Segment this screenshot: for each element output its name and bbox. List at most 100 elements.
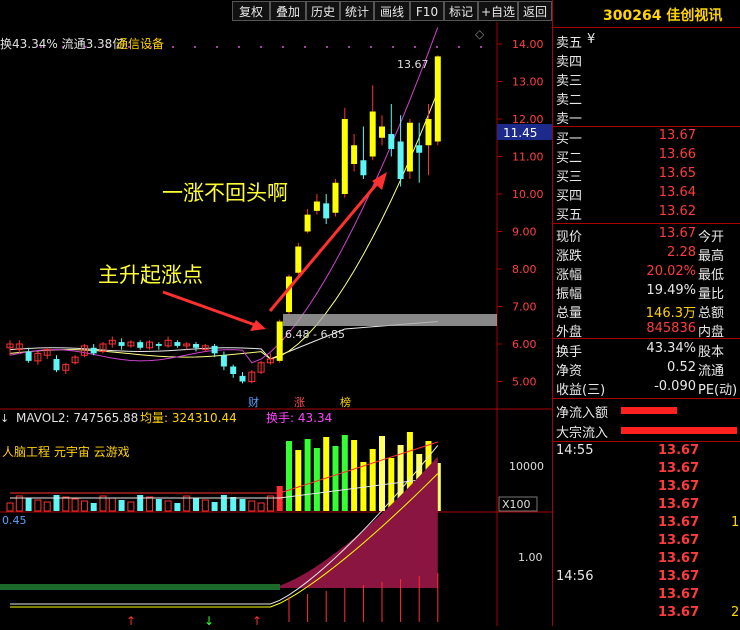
candle-body — [90, 347, 97, 354]
buy3-label: 买三 — [556, 170, 583, 185]
current-price-label: 11.45 — [503, 126, 537, 140]
net-inflow-bar — [621, 407, 677, 414]
net-inflow-label: 净流入额 — [556, 406, 609, 421]
volume-bar — [118, 500, 125, 511]
volume-bar — [369, 449, 376, 511]
buy5-price: 13.62 — [658, 204, 696, 219]
chart-area[interactable]: ↑ ↓ ↑ 换43.34% 流通3.38亿 通信设备 ◇ 14.00 13.00 12.… — [0, 22, 552, 628]
trade-row: 14:56 13.67 — [553, 569, 740, 587]
candle-body — [295, 246, 302, 273]
stat-label-secondary: 股本 — [698, 345, 725, 360]
grid-dot — [392, 46, 394, 48]
candle-body — [425, 119, 432, 146]
trade-volume: 1 — [731, 515, 740, 530]
gap-range-label: 6.48 - 6.85 — [285, 328, 345, 341]
mark-button[interactable]: 标记 — [444, 1, 478, 21]
buy1-label: 买一 — [556, 132, 583, 147]
quote-row: 涨跌 2.28 最高 — [553, 245, 740, 264]
badge-limit-up[interactable]: 涨 — [294, 396, 305, 409]
trade-row: 13.67 — [553, 587, 740, 605]
volume-bar — [220, 495, 227, 511]
indicator-value: 0.45 — [2, 514, 27, 527]
price-tick-label: 13.00 — [512, 76, 544, 89]
buy3-price: 13.65 — [658, 166, 696, 181]
statistics-button[interactable]: 统计 — [340, 1, 374, 21]
net-inflow-row: 净流入额 — [553, 402, 740, 421]
candle-body — [239, 375, 246, 382]
buy2-price: 13.66 — [658, 147, 696, 162]
quote-label: 振幅 — [556, 287, 583, 302]
candle-body — [379, 126, 385, 138]
order-row-buy3: 买三 13.65 — [553, 166, 740, 185]
history-button[interactable]: 历史 — [306, 1, 340, 21]
order-row-sell4: 卖四 — [553, 51, 740, 70]
quote-label-secondary: 最低 — [698, 268, 725, 283]
badge-finance[interactable]: 财 — [248, 395, 259, 409]
indicator-axis-tick: 1.00 — [518, 551, 543, 564]
f10-button[interactable]: F10 — [410, 1, 444, 21]
candle-body — [53, 359, 60, 371]
grid-dot — [194, 46, 196, 48]
order-row-buy5: 买五 13.62 — [553, 204, 740, 223]
candle-body — [155, 344, 162, 346]
buy4-price: 13.64 — [658, 185, 696, 200]
quote-label: 总量 — [556, 306, 583, 321]
concept-tags: 人脑工程 元宇宙 云游戏 — [2, 444, 130, 459]
volume-bar — [295, 450, 302, 511]
avg-volume-label: 均量: 324310.44 — [140, 411, 237, 425]
candle-body — [211, 345, 218, 354]
badge-ranking[interactable]: 榜 — [340, 395, 351, 409]
signal-arrow-icon: ↓ — [204, 614, 214, 626]
turnover-label: 换手: 43.34 — [266, 411, 332, 425]
kline-chart[interactable]: ↑ ↓ ↑ 换43.34% 流通3.38亿 通信设备 ◇ 14.0013.0012.… — [0, 22, 552, 628]
price-tick-label: 8.00 — [512, 263, 537, 276]
candle-body — [313, 201, 320, 211]
candle-body — [25, 351, 32, 361]
grid-dot — [414, 46, 416, 48]
restore-rights-button[interactable]: 复权 — [232, 1, 270, 21]
volume-bar — [286, 441, 292, 511]
grid-dot — [326, 46, 328, 48]
candle-body — [332, 182, 339, 213]
volume-bar — [323, 437, 330, 511]
stock-code: 300264 — [603, 8, 662, 24]
sector-label: 通信设备 — [116, 37, 164, 51]
quote-panel: 300264 佳创视讯 卖五 ¥ 卖四 卖三 卖二 卖一 买一 13.67 买二 1… — [552, 0, 740, 626]
stat-label-secondary: PE(动) — [698, 383, 738, 398]
quote-label: 现价 — [556, 230, 583, 245]
chart-toolbar: 复权 叠加 历史 统计 画线 F10 标记 +自选 返回 — [0, 0, 552, 22]
candle-body — [193, 344, 199, 348]
back-button[interactable]: 返回 — [518, 1, 552, 21]
trade-price: 13.67 — [658, 605, 700, 620]
quote-label: 涨跌 — [556, 249, 583, 264]
price-tick-label: 5.00 — [512, 376, 537, 389]
quote-row: 总量 146.3万 总额 — [553, 302, 740, 321]
volume-bar — [137, 495, 144, 511]
quote-label-secondary: 今开 — [698, 230, 725, 245]
stat-value: -0.090 — [654, 379, 696, 394]
trade-time: 14:55 — [556, 443, 594, 458]
order-row-sell3: 卖三 — [553, 70, 740, 89]
grid-dot — [216, 46, 218, 48]
signal-arrow-icon: ↑ — [252, 614, 262, 626]
overlay-button[interactable]: 叠加 — [270, 1, 306, 21]
price-tick-label: 14.00 — [512, 38, 544, 51]
quote-row: 外盘 845836 内盘 — [553, 321, 740, 340]
order-row-buy4: 买四 13.64 — [553, 185, 740, 204]
draw-line-button[interactable]: 画线 — [374, 1, 410, 21]
stock-title: 300264 佳创视讯 — [553, 0, 740, 28]
trade-row: 13.67 1 — [553, 515, 740, 533]
grid-dot — [172, 46, 174, 48]
buy5-label: 买五 — [556, 208, 583, 223]
quote-label-secondary: 最高 — [698, 249, 725, 264]
stat-value: 0.52 — [667, 360, 696, 375]
quote-row: 现价 13.67 今开 — [553, 226, 740, 245]
candle-body — [360, 160, 367, 176]
start-point-annotation: 主升起涨点 — [98, 263, 203, 287]
candle-body — [397, 141, 404, 179]
add-watchlist-button[interactable]: +自选 — [478, 1, 518, 21]
volume-bar — [211, 502, 218, 511]
stat-row: 换手 43.34% 股本 — [553, 341, 740, 360]
quote-row: 振幅 19.49% 量比 — [553, 283, 740, 302]
price-tick-label: 9.00 — [512, 226, 537, 239]
